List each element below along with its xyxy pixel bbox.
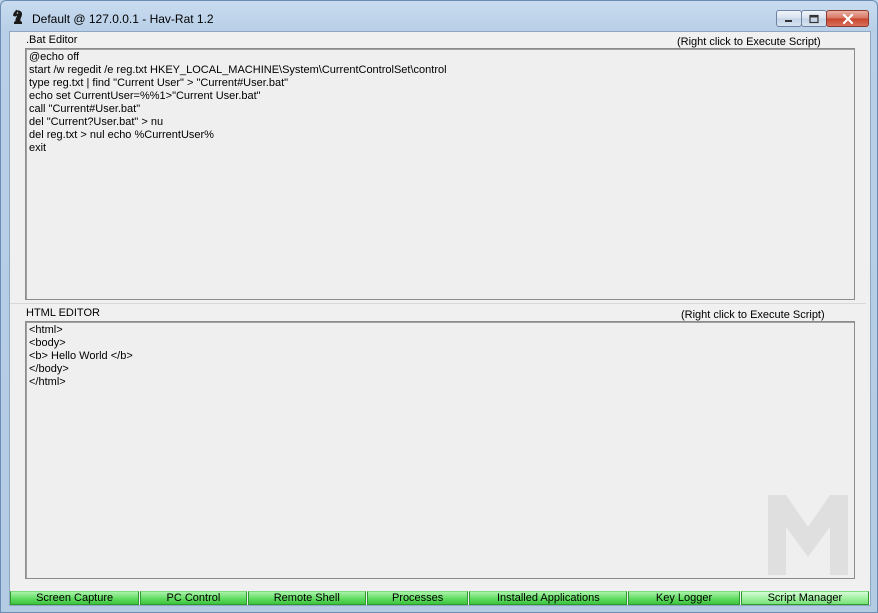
maximize-icon — [809, 14, 819, 23]
minimize-button[interactable] — [776, 10, 802, 27]
html-editor-label: HTML EDITOR — [26, 307, 100, 319]
caption-buttons — [776, 10, 869, 28]
tab-key-logger[interactable]: Key Logger — [628, 591, 740, 605]
bat-editor-label: .Bat Editor — [26, 34, 78, 46]
editor-line: del reg.txt > nul echo %CurrentUser% — [29, 129, 214, 141]
app-window: Default @ 127.0.0.1 - Hav-Rat 1.2 .Bat E… — [0, 0, 878, 613]
bat-editor-hint: (Right click to Execute Script) — [677, 36, 821, 48]
html-editor-textarea[interactable]: <html> <body> <b> Hello World </b> </body> <… — [25, 321, 855, 579]
tab-script-manager[interactable]: Script Manager — [740, 591, 869, 605]
tab-remote-shell[interactable]: Remote Shell — [247, 591, 366, 605]
html-editor-group: HTML EDITOR (Right click to Execute Scri… — [12, 307, 866, 587]
editor-line: </html> — [29, 376, 66, 388]
editor-line: <b> Hello World </b> — [29, 350, 133, 362]
window-title: Default @ 127.0.0.1 - Hav-Rat 1.2 — [32, 12, 214, 26]
bat-editor-textarea[interactable]: @echo off start /w regedit /e reg.txt HKE… — [25, 48, 855, 300]
editor-line: start /w regedit /e reg.txt HKEY_LOCAL_M… — [29, 64, 447, 76]
chess-knight-icon — [10, 9, 26, 25]
editor-line: call "Current#User.bat" — [29, 103, 141, 115]
editor-line: <html> — [29, 324, 63, 336]
maximize-button[interactable] — [801, 10, 827, 27]
editor-line: del "Current?User.bat" > nu — [29, 116, 164, 128]
group-separator — [10, 303, 866, 304]
editor-line: exit — [29, 142, 47, 154]
editor-line: <body> — [29, 337, 66, 349]
tab-strip: Screen Capture PC Control Remote Shell Proc… — [10, 591, 870, 605]
editor-line: echo set CurrentUser=%%1>"Current User.b… — [29, 90, 261, 102]
title-bar[interactable]: Default @ 127.0.0.1 - Hav-Rat 1.2 — [1, 1, 877, 31]
editor-line: </body> — [29, 363, 69, 375]
html-editor-hint: (Right click to Execute Script) — [681, 309, 825, 321]
editor-line: type reg.txt | find "Current User" > "Cu… — [29, 77, 289, 89]
tab-installed-applications[interactable]: Installed Applications — [469, 591, 628, 605]
close-icon — [842, 13, 853, 24]
minimize-icon — [785, 19, 792, 22]
close-button[interactable] — [826, 10, 869, 27]
editor-line: @echo off — [29, 51, 80, 63]
tab-processes[interactable]: Processes — [366, 591, 469, 605]
client-area: .Bat Editor (Right click to Execute Scri… — [9, 31, 871, 606]
tab-pc-control[interactable]: PC Control — [140, 591, 247, 605]
bat-editor-group: .Bat Editor (Right click to Execute Scri… — [12, 34, 866, 302]
tab-screen-capture[interactable]: Screen Capture — [10, 591, 140, 605]
watermark-logo — [768, 495, 848, 575]
